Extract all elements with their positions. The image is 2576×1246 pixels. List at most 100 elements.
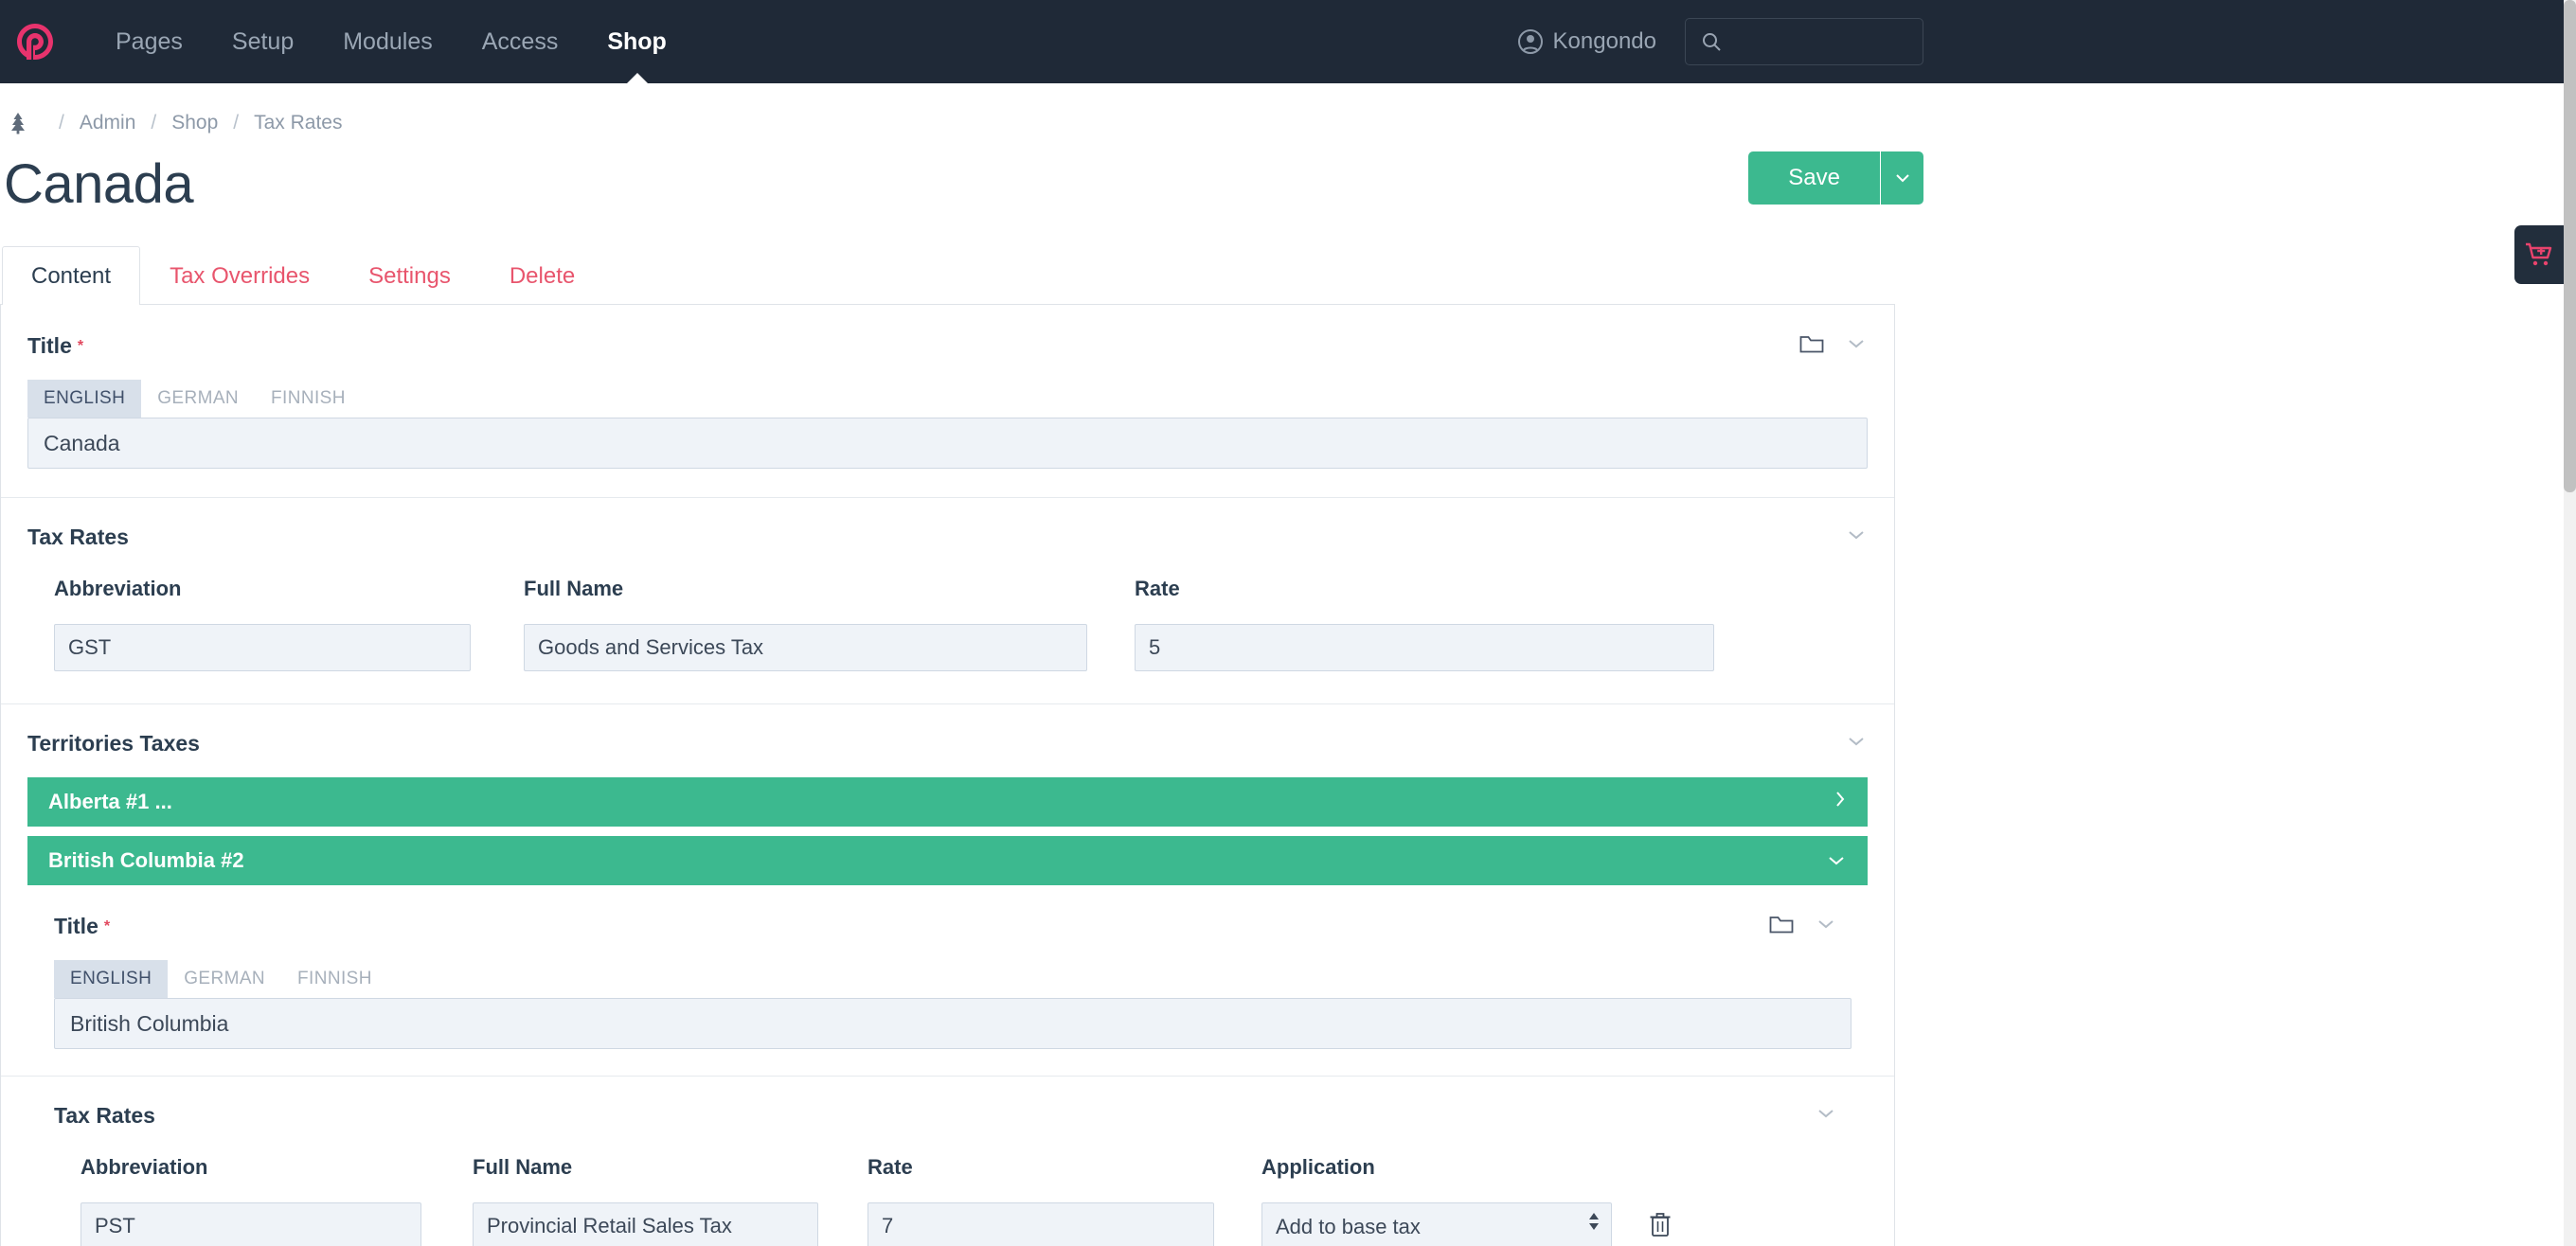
nav-item-label: Setup [231,28,295,55]
territory-tax-rates-row: Abbreviation Full Name Rate Applica [1,1129,1894,1246]
accordion-body-british-columbia: Title * ENGLISH GERMAN FINNISH British C… [1,885,1894,1246]
breadcrumb-separator: / [151,112,157,134]
territories-collapse-chevron-down-icon[interactable] [1845,735,1868,753]
territory-tax-rates-collapse-chevron-down-icon[interactable] [1815,1107,1837,1125]
cart-plus-icon [2526,242,2552,266]
breadcrumb-separator: / [59,112,64,134]
lang-tab-finnish[interactable]: FINNISH [255,380,362,418]
lang-tab-english[interactable]: ENGLISH [27,380,142,418]
user-menu[interactable]: Kongondo [1517,28,1656,55]
tab-label: Tax Overrides [170,263,311,289]
tab-label: Settings [368,263,451,289]
accordion-header-british-columbia[interactable]: British Columbia #2 [27,836,1868,885]
lang-tab-german[interactable]: GERMAN [141,380,255,418]
territory-title-header-icons [1769,914,1837,939]
territory-title-language-tabs: ENGLISH GERMAN FINNISH [54,960,1868,998]
full-name-label: Full Name [524,577,624,600]
lang-tab-german[interactable]: GERMAN [168,960,281,998]
tax-rates-row: Abbreviation Full Name Rate [1,550,1894,703]
breadcrumb-item-shop[interactable]: Shop [171,112,218,134]
processwire-logo-icon [17,24,53,60]
accordion-label: British Columbia #2 [48,848,244,872]
title-field-header-icons [1799,333,1868,359]
user-name: Kongondo [1552,28,1656,54]
accordion-header-alberta[interactable]: Alberta #1 ... [27,777,1868,827]
tree-home-icon[interactable] [8,112,28,134]
masthead-right: Kongondo [1517,18,2564,65]
territory-title-input[interactable] [54,998,1852,1049]
abbreviation-input[interactable] [54,624,471,671]
breadcrumb: / Admin / Shop / Tax Rates [0,83,2564,134]
breadcrumb-item-admin[interactable]: Admin [80,112,136,134]
rate-input[interactable] [1135,624,1714,671]
territory-full-name-input[interactable] [473,1202,818,1246]
rate-col: Rate [1135,577,1714,671]
content-panel: Title * ENGLISH GERMAN FINNISH Canada Ta… [0,305,1895,1246]
tax-rates-section: Tax Rates Abbreviation Full Name Rat [1,498,1894,704]
tax-rates-collapse-chevron-down-icon[interactable] [1845,528,1868,546]
nav-item-label: Modules [343,28,433,55]
nav-item-pages[interactable]: Pages [91,0,207,83]
lang-tab-finnish[interactable]: FINNISH [281,960,388,998]
accordion-label: Alberta #1 ... [48,790,172,813]
breadcrumb-item-tax-rates[interactable]: Tax Rates [254,112,342,134]
delete-tax-rate-button[interactable] [1648,1211,1673,1240]
breadcrumb-separator: / [233,112,240,134]
territory-title-field-block: Title * ENGLISH GERMAN FINNISH British C… [1,885,1894,1077]
application-label: Application [1261,1155,1375,1179]
territory-abbreviation-col: Abbreviation [80,1155,421,1246]
full-name-label: Full Name [473,1155,573,1179]
title-input[interactable] [27,418,1868,469]
nav-item-shop[interactable]: Shop [582,0,691,83]
lang-tab-english[interactable]: ENGLISH [54,960,169,998]
trash-icon [1650,1213,1671,1237]
territories-accordion: Alberta #1 ... British Columbia #2 [1,756,1894,885]
tax-rates-section-header: Tax Rates [1,498,1894,550]
page-scrollbar-track[interactable] [2564,0,2576,1246]
save-button[interactable]: Save [1748,151,1880,205]
nav-item-access[interactable]: Access [457,0,583,83]
save-dropdown-button[interactable] [1880,151,1923,205]
abbreviation-label: Abbreviation [54,577,182,600]
rate-label: Rate [1135,577,1180,600]
territory-rate-input[interactable] [868,1202,1214,1246]
territories-section-header: Territories Taxes [1,704,1894,756]
full-name-col: Full Name [524,577,1087,671]
required-marker: * [103,917,111,934]
folder-icon[interactable] [1769,914,1794,939]
folder-icon[interactable] [1799,333,1824,359]
top-masthead: Pages Setup Modules Access Shop Kongondo [0,0,2564,83]
tab-label: Delete [509,263,576,289]
cart-widget-button[interactable] [2514,225,2564,284]
required-marker: * [77,337,84,354]
territory-abbreviation-input[interactable] [80,1202,421,1246]
application-select[interactable]: Add to base tax [1261,1202,1612,1246]
page-title-row: Canada Save [0,134,2564,212]
territory-title-label: Title [54,914,98,938]
tab-settings[interactable]: Settings [339,246,480,305]
search-box[interactable] [1685,18,1923,65]
nav-item-modules[interactable]: Modules [318,0,457,83]
tab-content[interactable]: Content [2,246,141,305]
tab-delete[interactable]: Delete [480,246,604,305]
collapse-chevron-down-icon[interactable] [1815,917,1837,935]
page-scrollbar-thumb[interactable] [2564,0,2576,492]
user-circle-icon [1517,29,1543,54]
search-input[interactable] [1729,29,1900,54]
active-nav-caret-icon [626,73,648,83]
nav-item-setup[interactable]: Setup [207,0,318,83]
territory-full-name-col: Full Name [473,1155,818,1246]
rate-label: Rate [868,1155,913,1179]
title-field-block: Title * ENGLISH GERMAN FINNISH Canada [1,305,1894,498]
full-name-input[interactable] [524,624,1087,671]
title-language-tabs: ENGLISH GERMAN FINNISH [27,380,1868,418]
collapse-chevron-down-icon[interactable] [1845,337,1868,355]
processwire-logo[interactable] [6,0,64,83]
tab-label: Content [31,263,112,289]
chevron-right-icon [1834,789,1847,815]
title-field-label: Title [27,333,72,358]
page-body: / Admin / Shop / Tax Rates Canada Save C… [0,83,2564,1246]
tab-tax-overrides[interactable]: Tax Overrides [140,246,339,305]
title-field-header: Title * [27,333,1868,359]
chevron-down-icon [1826,848,1847,873]
